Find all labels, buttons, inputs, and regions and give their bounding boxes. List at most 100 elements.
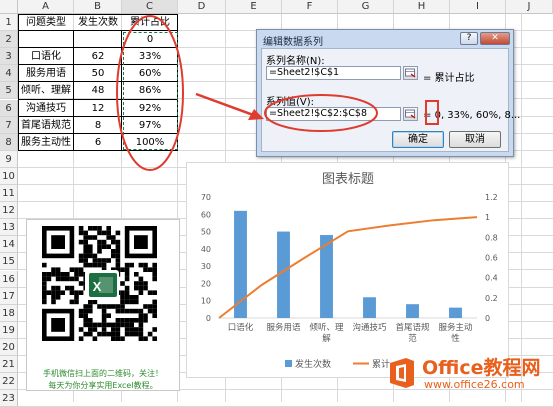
series-values-ref-button[interactable] xyxy=(403,107,418,121)
x-tick-label: 口语化 xyxy=(228,322,254,333)
qr-module xyxy=(111,253,116,259)
y-right-tick-label: 1.2 xyxy=(485,193,498,202)
qr-module xyxy=(106,235,111,240)
series-values-input[interactable]: =Sheet2!$C$2:$C$8 xyxy=(266,107,401,121)
dialog-help-button[interactable]: ? xyxy=(460,32,478,45)
row-header-6[interactable]: 6 xyxy=(0,99,18,117)
row-header-4[interactable]: 4 xyxy=(0,65,18,83)
row-header-21[interactable]: 21 xyxy=(0,356,18,373)
series-name-result: = 累计占比 xyxy=(423,73,475,84)
ok-button[interactable]: 确定 xyxy=(392,131,444,148)
qr-module xyxy=(101,244,107,249)
dialog-title: 编辑数据系列 xyxy=(263,37,323,48)
qr-module xyxy=(111,249,116,254)
qr-module xyxy=(124,299,130,305)
x-tick-label: 范 xyxy=(408,333,417,344)
qr-module xyxy=(120,318,125,323)
qr-module xyxy=(134,318,139,323)
legend-bar-swatch xyxy=(285,360,292,367)
row-header-13[interactable]: 13 xyxy=(0,219,18,237)
qr-module xyxy=(51,272,56,277)
row-header-10[interactable]: 10 xyxy=(0,167,18,185)
row-header-18[interactable]: 18 xyxy=(0,304,18,322)
qr-module xyxy=(152,304,157,309)
row-header-14[interactable]: 14 xyxy=(0,236,18,254)
qr-module xyxy=(83,230,88,236)
qr-module xyxy=(88,244,93,249)
row-header-20[interactable]: 20 xyxy=(0,338,18,356)
bar xyxy=(449,307,462,318)
qr-module xyxy=(97,322,102,328)
row-header-12[interactable]: 12 xyxy=(0,202,18,220)
column-header-c[interactable]: C xyxy=(122,0,178,14)
column-header-f[interactable]: F xyxy=(282,0,338,14)
qr-module xyxy=(83,318,88,323)
row-header-2[interactable]: 2 xyxy=(0,31,18,49)
column-header-g[interactable]: G xyxy=(338,0,394,14)
qr-module xyxy=(120,295,125,300)
qr-module xyxy=(65,285,70,291)
qr-caption-2: 每天为你分享实用Excel教程。 xyxy=(48,381,158,390)
row-header-1[interactable]: 1 xyxy=(0,14,18,31)
qr-module xyxy=(83,308,88,314)
qr-module xyxy=(129,299,134,305)
row-header-22[interactable]: 22 xyxy=(0,373,18,391)
series-name-input[interactable]: =Sheet2!$C$1 xyxy=(266,66,401,80)
qr-module xyxy=(115,322,121,328)
row-header-8[interactable]: 8 xyxy=(0,133,18,151)
row-header-23[interactable]: 23 xyxy=(0,390,18,407)
qr-module xyxy=(101,262,107,268)
row-header-17[interactable]: 17 xyxy=(0,287,18,305)
qr-module xyxy=(124,285,130,291)
y-right-tick-label: 1 xyxy=(485,213,490,222)
row-header-16[interactable]: 16 xyxy=(0,270,18,288)
qr-module xyxy=(138,327,144,332)
chart-svg: 图表标题 0 10 20 30 40 50 60 70 0 0.2 0.4 0.6 0.8 1 1.2 口语化… xyxy=(201,172,498,370)
qr-module xyxy=(138,276,144,282)
row-header-9[interactable]: 9 xyxy=(0,150,18,168)
qr-module xyxy=(106,258,111,263)
qr-module xyxy=(83,253,88,259)
qr-module xyxy=(152,327,157,332)
column-header-d[interactable]: D xyxy=(178,0,226,14)
chart-title[interactable]: 图表标题 xyxy=(322,172,374,187)
qr-module xyxy=(60,290,65,295)
row-header-5[interactable]: 5 xyxy=(0,82,18,100)
pareto-chart[interactable]: 图表标题 0 10 20 30 40 50 60 70 0 0.2 0.4 0.6 0.8 1 1.2 口语化… xyxy=(186,162,509,378)
row-header-11[interactable]: 11 xyxy=(0,185,18,202)
row-header-3[interactable]: 3 xyxy=(0,48,18,66)
qr-module xyxy=(124,318,130,323)
qr-module xyxy=(129,331,134,337)
column-header-a[interactable]: A xyxy=(18,0,74,14)
dialog-close-button[interactable]: ✕ xyxy=(480,32,510,45)
column-header-j[interactable]: J xyxy=(506,0,553,14)
qr-module xyxy=(69,276,75,282)
qr-module xyxy=(92,226,98,231)
qr-module xyxy=(88,327,93,332)
qr-module xyxy=(138,318,144,323)
sheet-corner[interactable] xyxy=(0,0,18,14)
qr-module xyxy=(74,295,79,300)
row-header-7[interactable]: 7 xyxy=(0,116,18,134)
column-header-e[interactable]: E xyxy=(226,0,282,14)
qr-module xyxy=(60,272,65,277)
qr-module xyxy=(101,322,107,328)
watermark: Office教程网 www.office26.com xyxy=(384,350,552,400)
qr-module xyxy=(111,304,116,309)
series-name-ref-button[interactable] xyxy=(403,66,418,80)
column-header-b[interactable]: B xyxy=(74,0,122,14)
qr-module xyxy=(115,249,121,254)
watermark-brand: Office教程网 xyxy=(422,357,541,379)
qr-module xyxy=(106,230,111,236)
qr-module xyxy=(97,304,102,309)
cancel-button[interactable]: 取消 xyxy=(449,131,501,148)
qr-module xyxy=(106,226,111,231)
qr-caption-1: 手机微信扫上面的二维码，关注！ xyxy=(43,369,163,378)
row-header-19[interactable]: 19 xyxy=(0,321,18,339)
qr-module xyxy=(124,295,130,300)
qr-module xyxy=(83,249,88,254)
column-header-h[interactable]: H xyxy=(394,0,450,14)
x-tick-label: 性 xyxy=(451,333,460,344)
column-header-i[interactable]: I xyxy=(450,0,506,14)
row-header-15[interactable]: 15 xyxy=(0,253,18,271)
